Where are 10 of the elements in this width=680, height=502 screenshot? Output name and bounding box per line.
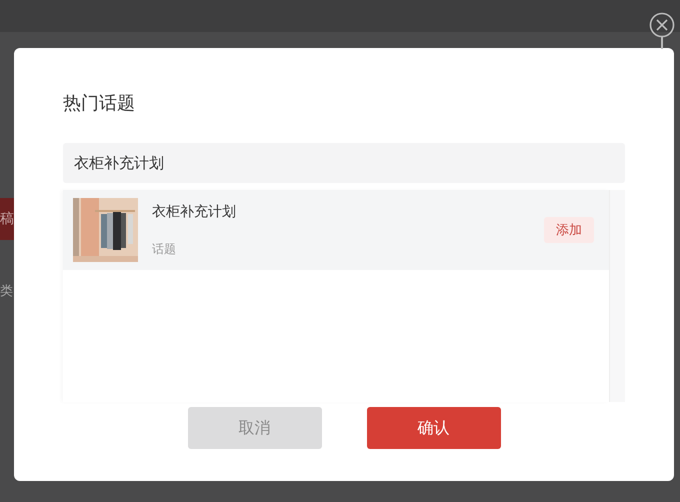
publish-button[interactable]: 稿 xyxy=(0,198,14,240)
topic-type: 话题 xyxy=(152,240,177,258)
category-label: 类 xyxy=(0,283,13,300)
dialog-title: 热门话题 xyxy=(63,92,136,116)
add-button[interactable]: 添加 xyxy=(544,217,594,243)
topic-row[interactable]: 衣柜补充计划 话题 添加 xyxy=(63,190,610,270)
confirm-button[interactable]: 确认 xyxy=(366,407,500,449)
close-icon[interactable] xyxy=(649,12,675,38)
topic-title: 衣柜补充计划 xyxy=(152,202,237,220)
search-field[interactable]: 衣柜补充计划 xyxy=(63,143,625,183)
